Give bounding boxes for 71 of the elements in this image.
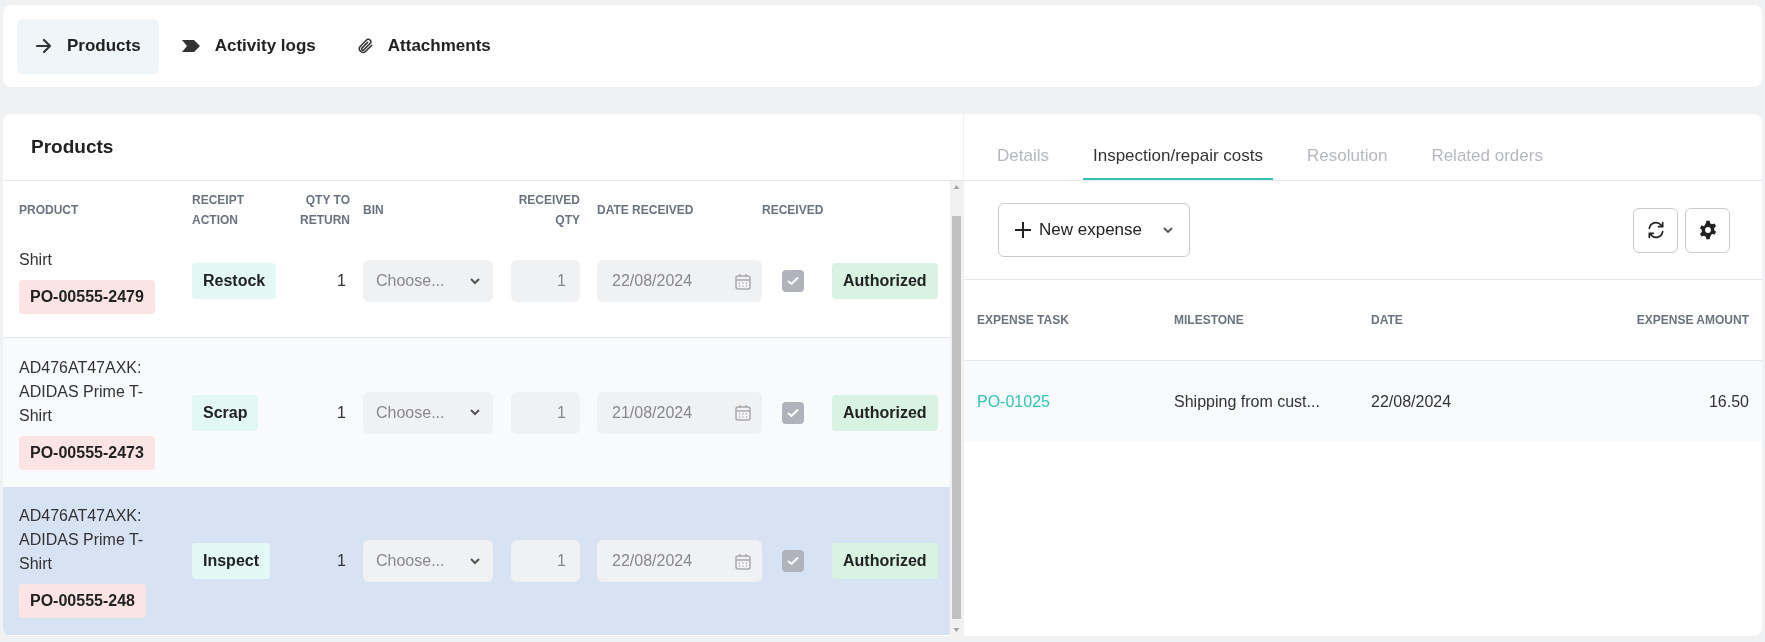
milestone-cell-text: Shipping from cust...	[1174, 391, 1320, 412]
check-icon	[787, 407, 799, 418]
qty-to-return: 1	[337, 271, 346, 291]
new-expense-button[interactable]: New expense	[998, 203, 1190, 257]
column-header: EXPENSE TASK	[977, 312, 1069, 329]
product-name: AD476AT47AXK: ADIDAS Prime T-Shirt	[19, 506, 145, 574]
plus-icon	[1015, 222, 1031, 238]
settings-icon	[1697, 220, 1718, 240]
calendar-icon	[735, 552, 751, 570]
po-tag: PO-00555-248	[19, 584, 146, 618]
po-tag: PO-00555-2473	[19, 435, 155, 470]
amount-cell-text: 16.50	[1708, 391, 1749, 412]
receipt-action-tag: Restock	[192, 263, 277, 299]
po-tag: PO-00555-2479	[19, 280, 155, 314]
bin-select[interactable]: Choose...	[363, 391, 493, 434]
nav-tab[interactable]: Products	[17, 18, 159, 74]
received-qty-field[interactable]: 1	[511, 260, 580, 302]
nav-tab[interactable]: Attachments	[337, 18, 509, 74]
received-checkbox[interactable]	[782, 270, 804, 292]
detail-tab[interactable]: Inspection/repair costs	[1082, 134, 1274, 180]
column-header: DATE	[1371, 312, 1403, 329]
chevron-arrow-icon	[180, 39, 201, 53]
product-name: AD476AT47AXK: ADIDAS Prime T-Shirt	[19, 357, 145, 426]
received-checkbox[interactable]	[782, 401, 804, 424]
caret-icon	[470, 277, 480, 285]
status-tag: Authorized	[832, 263, 938, 299]
qty-to-return: 1	[337, 551, 346, 571]
column-header: QTY TO RETURN	[300, 192, 350, 229]
received-qty-field[interactable]: 1	[511, 391, 580, 434]
received-qty-field[interactable]: 1	[511, 540, 580, 582]
received-checkbox[interactable]	[782, 550, 804, 572]
detail-tab[interactable]: Related orders	[1421, 134, 1553, 180]
bin-select[interactable]: Choose...	[363, 260, 493, 302]
date-field[interactable]: 22/08/2024	[597, 540, 762, 582]
date-cell-text: 22/08/2024	[1371, 391, 1452, 412]
receipt-action-tag: Scrap	[192, 394, 259, 431]
arrow-right-icon	[35, 38, 53, 54]
column-header: PRODUCT	[19, 202, 79, 219]
calendar-icon	[735, 272, 751, 290]
caret-icon	[1163, 226, 1173, 234]
product-name: Shirt	[19, 250, 53, 270]
column-header: BIN	[363, 202, 384, 219]
status-tag: Authorized	[832, 394, 938, 431]
expense-task-link[interactable]: PO-01025	[977, 389, 1050, 414]
receipt-action-tag: Inspect	[192, 543, 270, 579]
detail-tab[interactable]: Resolution	[1297, 134, 1398, 180]
check-icon	[787, 556, 799, 566]
column-header: RECEIVED QTY	[517, 192, 580, 229]
column-header: EXPENSE AMOUNT	[1636, 312, 1749, 329]
caret-icon	[470, 409, 480, 416]
qty-to-return: 1	[337, 402, 346, 423]
column-header: RECEIVED	[762, 202, 824, 219]
table-row[interactable]: AD476AT47AXK: ADIDAS Prime T-Shirt PO-00555-248 Inspect 1 Choose... 1 22/08/2024 Authorized	[3, 487, 950, 635]
panel-title: Products	[31, 134, 114, 159]
table-row[interactable]: AD476AT47AXK: ADIDAS Prime T-Shirt PO-00555-2473 Scrap 1 Choose... 1 21/08/2024 Authorized	[3, 337, 950, 487]
date-field[interactable]: 21/08/2024	[597, 391, 762, 434]
date-field[interactable]: 22/08/2024	[597, 260, 762, 302]
paperclip-icon	[355, 36, 374, 56]
column-header: RECEIPT ACTION	[192, 192, 245, 229]
bin-select[interactable]: Choose...	[363, 540, 493, 582]
caret-icon	[470, 557, 480, 565]
status-tag: Authorized	[832, 543, 938, 579]
check-icon	[787, 276, 799, 286]
settings-button[interactable]	[1685, 207, 1730, 253]
scrollbar[interactable]	[950, 181, 963, 636]
calendar-icon	[735, 404, 751, 421]
column-header: MILESTONE	[1174, 312, 1244, 329]
column-header: DATE RECEIVED	[597, 202, 694, 219]
nav-tab[interactable]: Activity logs	[162, 18, 334, 74]
detail-tab[interactable]: Details	[987, 134, 1059, 180]
refresh-button[interactable]	[1633, 207, 1678, 253]
